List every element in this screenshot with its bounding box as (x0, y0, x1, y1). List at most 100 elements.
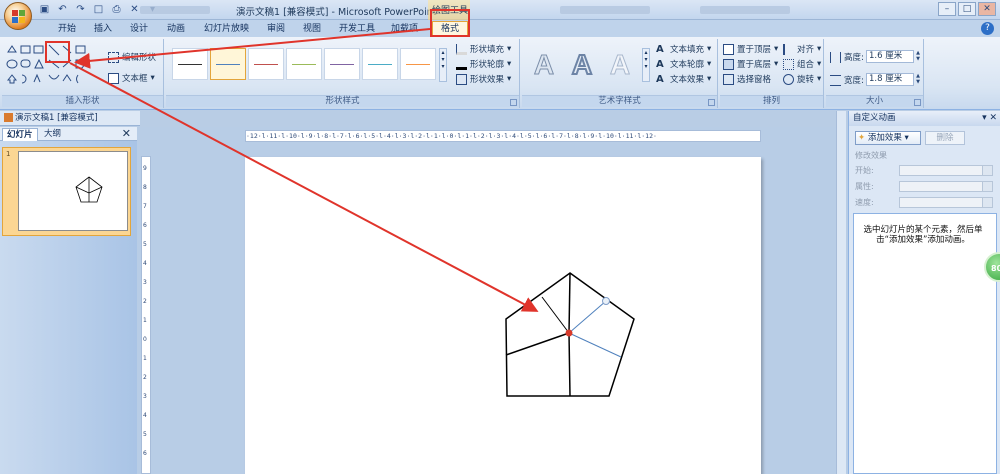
width-spinner[interactable]: ▲ ▼ (914, 73, 922, 86)
remove-button[interactable]: 删除 (925, 131, 965, 145)
line-end-handle[interactable] (602, 297, 610, 305)
custom-animation-pane: 自定义动画 ▾ ✕ ✦ 添加效果 ▾ 删除 修改效果 开始: 属性: 速度: 选… (848, 111, 1000, 474)
maximize-button[interactable]: □ (958, 2, 976, 16)
style-swatch[interactable] (362, 48, 398, 80)
document-icon (4, 113, 13, 122)
modify-effect-label: 修改效果 (855, 151, 887, 160)
ribbon-tabs: 开始 插入 设计 动画 幻灯片放映 审阅 视图 开发工具 加载项 格式 ? (0, 20, 1000, 37)
wordart-style[interactable]: A (564, 48, 600, 82)
rotate-button[interactable]: 旋转 ▾ (783, 73, 821, 85)
tab-design[interactable]: 设计 (130, 22, 148, 37)
shape-effects-button[interactable]: 形状效果 ▾ (456, 73, 511, 85)
ruler-tick-label: 9 (143, 165, 147, 172)
text-effects-icon: A (656, 73, 664, 85)
tab-review[interactable]: 审阅 (267, 22, 285, 37)
wordart-group: A A A ▴ ▾ ▾ A 文本填充 ▾ A 文本轮廓 ▾ A 文本效果 ▾ 艺术字样式 (522, 39, 718, 108)
effects-icon (456, 73, 467, 85)
line-start-handle[interactable] (565, 329, 573, 337)
close-button[interactable]: ✕ (978, 2, 996, 16)
text-fill-button[interactable]: A 文本填充 ▾ (656, 43, 711, 56)
tab-view[interactable]: 视图 (303, 22, 321, 37)
save-icon[interactable]: ▣ (38, 3, 51, 16)
dialog-launcher-icon[interactable] (708, 99, 715, 106)
gallery-scroll[interactable]: ▴ ▾ ▾ (642, 48, 650, 82)
spoke-line (568, 332, 571, 397)
style-swatch[interactable] (172, 48, 208, 80)
textbox-shape-icon (20, 45, 31, 54)
window-title: 演示文稿1 [兼容模式] - Microsoft PowerPoint (236, 7, 437, 18)
tab-home[interactable]: 开始 (58, 22, 76, 37)
edit-shape-button[interactable]: 编辑形状 (108, 51, 156, 63)
dialog-launcher-icon[interactable] (510, 99, 517, 106)
new-icon[interactable]: □ (92, 3, 105, 16)
bring-to-front-button[interactable]: 置于顶层 ▾ (723, 43, 778, 55)
tab-slideshow[interactable]: 幻灯片放映 (204, 22, 249, 37)
wordart-style[interactable]: A (602, 48, 638, 82)
style-line (254, 64, 278, 65)
ruler-tick-label: 3 (143, 393, 147, 400)
wordart-style[interactable]: A (526, 48, 562, 82)
textbox-icon (108, 72, 119, 84)
minimize-button[interactable]: – (938, 2, 956, 16)
tab-insert[interactable]: 插入 (94, 22, 112, 37)
slide-canvas[interactable] (245, 157, 761, 474)
style-swatch[interactable] (248, 48, 284, 80)
style-swatch[interactable] (324, 48, 360, 80)
style-swatch[interactable] (210, 48, 246, 80)
property-select[interactable] (899, 181, 993, 192)
print-icon[interactable]: ⎙ (110, 3, 123, 16)
send-to-back-button[interactable]: 置于底层 ▾ (723, 58, 778, 70)
start-select[interactable] (899, 165, 993, 176)
up-arrow-shape-icon (6, 74, 18, 84)
vertical-scrollbar[interactable] (836, 111, 846, 474)
ruler-tick-label: 3 (143, 279, 147, 286)
animation-list[interactable] (853, 213, 997, 474)
curve-shape-icon (48, 74, 60, 80)
line-tool-highlight (45, 41, 70, 63)
group-label: 排列 (720, 95, 823, 107)
dialog-launcher-icon[interactable] (914, 99, 921, 106)
tab-addins[interactable]: 加载项 (391, 22, 418, 37)
blurred-region (560, 6, 650, 14)
undo-icon[interactable]: ↶ (56, 3, 69, 16)
office-button[interactable] (4, 2, 32, 30)
start-label: 开始: (855, 166, 874, 175)
speed-select[interactable] (899, 197, 993, 208)
height-spinner[interactable]: ▲ ▼ (914, 50, 922, 63)
add-effect-button[interactable]: ✦ 添加效果 ▾ (855, 131, 921, 145)
freeform-shape-icon (62, 74, 72, 82)
spoke-line (505, 332, 570, 356)
align-button[interactable]: 对齐 ▾ (783, 43, 821, 55)
tab-developer[interactable]: 开发工具 (339, 22, 375, 37)
redo-icon[interactable]: ↷ (74, 3, 87, 16)
help-icon[interactable]: ? (981, 22, 994, 35)
textbox-button[interactable]: 文本框 ▾ (108, 72, 155, 84)
style-swatch[interactable] (286, 48, 322, 80)
close-pane-icon[interactable]: ✕ (122, 127, 131, 140)
group-button[interactable]: 组合 ▾ (783, 58, 821, 70)
width-input[interactable]: 1.8 厘米 (866, 73, 914, 86)
ruler-tick-label: 0 (143, 336, 147, 343)
style-swatch[interactable] (400, 48, 436, 80)
style-line (292, 64, 316, 65)
text-outline-button[interactable]: A 文本轮廓 ▾ (656, 58, 711, 71)
align-icon (783, 43, 794, 55)
slide-thumbnail[interactable]: 1 (2, 147, 131, 236)
speed-label: 速度: (855, 198, 874, 207)
document-tab[interactable]: 演示文稿1 [兼容模式] (0, 111, 140, 126)
rounded-rect-shape-icon (20, 59, 31, 68)
pane-menu-icon[interactable]: ▾ ✕ (982, 111, 997, 126)
selection-pane-icon (723, 73, 734, 85)
shape-fill-button[interactable]: 形状填充 ▾ (456, 43, 511, 55)
tab-slides[interactable]: 幻灯片 (2, 128, 38, 141)
shape-outline-button[interactable]: 形状轮廓 ▾ (456, 58, 511, 70)
gallery-scroll[interactable]: ▴ ▾ ▾ (439, 48, 447, 82)
tab-outline[interactable]: 大纲 (40, 128, 65, 141)
height-input[interactable]: 1.6 厘米 (866, 50, 914, 63)
selection-pane-button[interactable]: 选择窗格 (723, 73, 771, 85)
tab-animation[interactable]: 动画 (167, 22, 185, 37)
oval-shape-icon (6, 59, 18, 69)
office-logo-icon (12, 10, 25, 23)
brace-shape-icon (76, 74, 79, 84)
text-effects-button[interactable]: A 文本效果 ▾ (656, 73, 711, 86)
